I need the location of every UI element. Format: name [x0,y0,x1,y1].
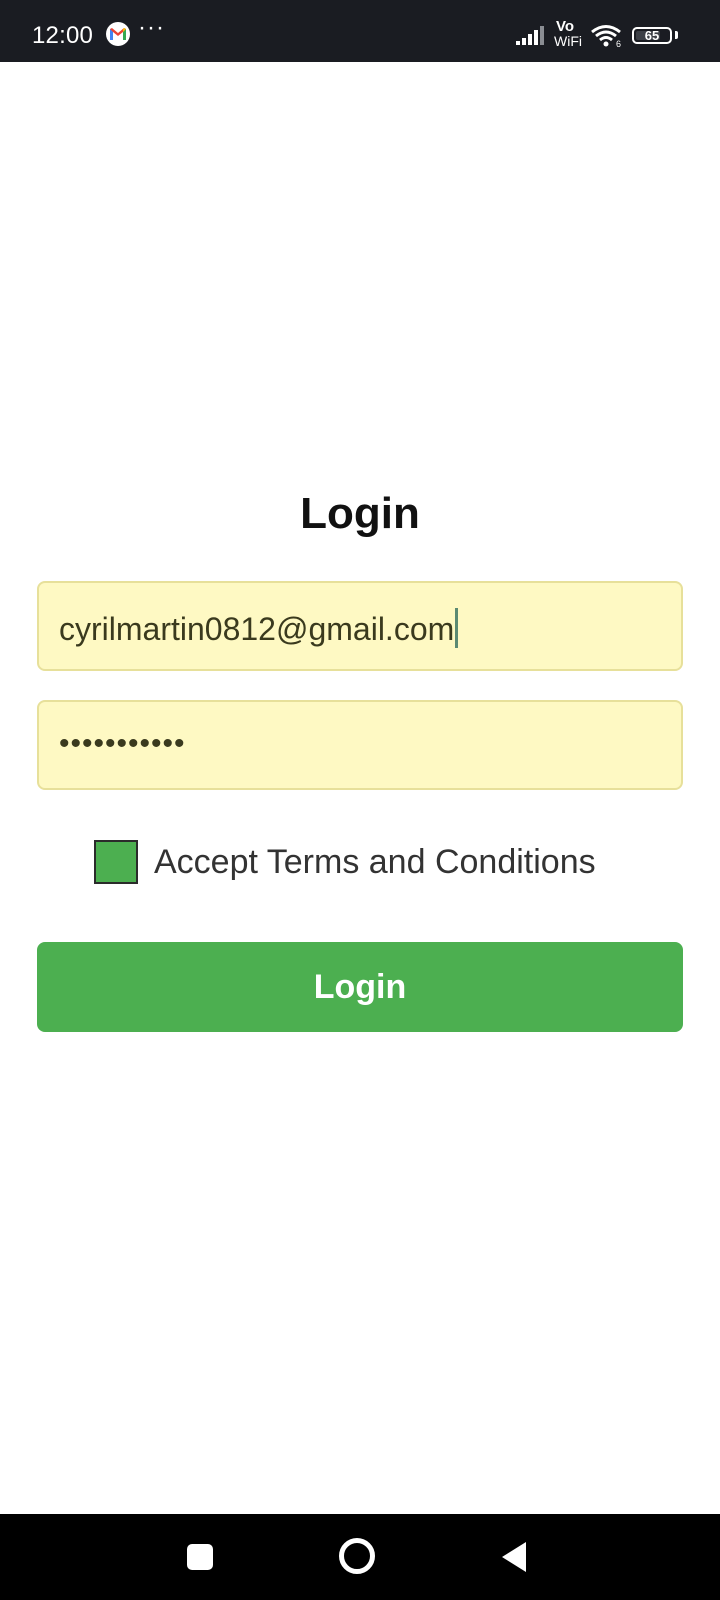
battery-cap [675,31,678,39]
vowifi-indicator: Vo WiFi [554,18,588,49]
terms-label[interactable]: Accept Terms and Conditions [154,842,596,882]
email-field[interactable]: cyrilmartin0812@gmail.com [37,581,683,671]
home-circle-icon[interactable] [339,1538,375,1574]
more-notifications-icon: ··· [138,14,165,41]
page-title: Login [300,489,420,538]
svg-text:6: 6 [616,39,621,48]
wifi-icon: 6 [591,25,621,48]
gmail-icon [106,22,130,46]
recents-square-icon[interactable] [187,1544,213,1570]
email-value[interactable]: cyrilmartin0812@gmail.com [59,608,459,648]
login-screen: 12:00 ··· Vo WiFi 6 65 Login cyrilmartin… [0,0,720,1600]
cellular-signal-icon [516,26,544,45]
terms-checkbox[interactable] [94,840,138,884]
back-triangle-icon[interactable] [502,1542,526,1572]
battery-level: 65 [644,28,660,43]
status-time: 12:00 [32,22,94,49]
vowifi-top-label: Vo [556,18,575,35]
status-bar: 12:00 ··· Vo WiFi 6 65 [0,0,720,62]
email-text: cyrilmartin0812@gmail.com [59,611,455,647]
password-masked-value: ••••••••••• [59,727,186,760]
login-button[interactable]: Login [37,942,683,1032]
battery-icon: 65 [632,27,672,44]
text-caret [455,608,459,648]
navigation-bar [0,1514,720,1600]
password-field[interactable]: ••••••••••• [37,700,683,790]
vowifi-bottom-label: WiFi [554,33,582,49]
